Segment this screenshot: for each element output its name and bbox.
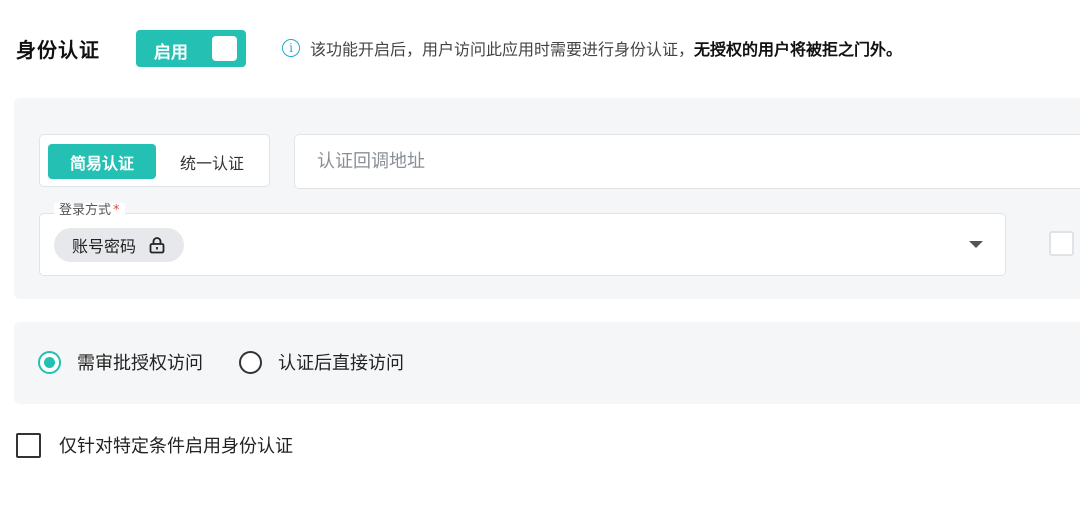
auth-header: 身份认证 启用 i 该功能开启后，用户访问此应用时需要进行身份认证， 无授权的用… (16, 29, 1080, 67)
login-method-chip[interactable]: 账号密码 (54, 228, 185, 262)
tab-simple-auth[interactable]: 简易认证 (48, 144, 156, 179)
access-panel: 需审批授权访问 认证后直接访问 (14, 322, 1080, 404)
radio-dot (44, 356, 55, 368)
info-text: 该功能开启后，用户访问此应用时需要进行身份认证， (310, 40, 695, 59)
radio-approval-access[interactable]: 需审批授权访问 (38, 349, 203, 375)
side-checkbox[interactable] (1049, 231, 1074, 256)
condition-checkbox[interactable] (16, 432, 41, 458)
radio-label: 认证后直接访问 (278, 353, 404, 374)
info-text-bold: 无授权的用户将被拒之门外。 (694, 40, 903, 59)
toggle-label: 启用 (154, 42, 188, 63)
caret-down-icon[interactable] (969, 241, 983, 248)
radio-label: 需审批授权访问 (77, 353, 203, 374)
condition-label: 仅针对特定条件启用身份认证 (59, 436, 293, 457)
tab-unified-auth[interactable]: 统一认证 (160, 144, 264, 179)
login-method-select[interactable]: 登录方式 * 账号密码 (39, 203, 1006, 276)
info-circle-icon: i (282, 39, 300, 57)
radio-direct-access[interactable]: 认证后直接访问 (239, 349, 404, 375)
enable-toggle[interactable]: 启用 (136, 29, 246, 67)
auth-title: 身份认证 (16, 37, 100, 62)
lock-icon (149, 237, 165, 254)
toggle-knob (212, 35, 237, 61)
access-radio-group: 需审批授权访问 认证后直接访问 (38, 347, 404, 377)
chip-label: 账号密码 (72, 237, 137, 256)
condition-checkbox-row[interactable]: 仅针对特定条件启用身份认证 (16, 432, 293, 458)
radio-unchecked-icon[interactable] (239, 350, 262, 374)
callback-url-input[interactable] (294, 134, 1080, 189)
login-method-label: 登录方式 (59, 203, 112, 218)
auth-config-panel: 简易认证 统一认证 登录方式* 账号密码 (14, 98, 1080, 299)
radio-checked-icon[interactable] (38, 350, 61, 374)
required-mark: * (113, 203, 120, 218)
login-method-legend: 登录方式 * (54, 203, 125, 219)
auth-mode-segmented: 简易认证 统一认证 (39, 134, 270, 187)
